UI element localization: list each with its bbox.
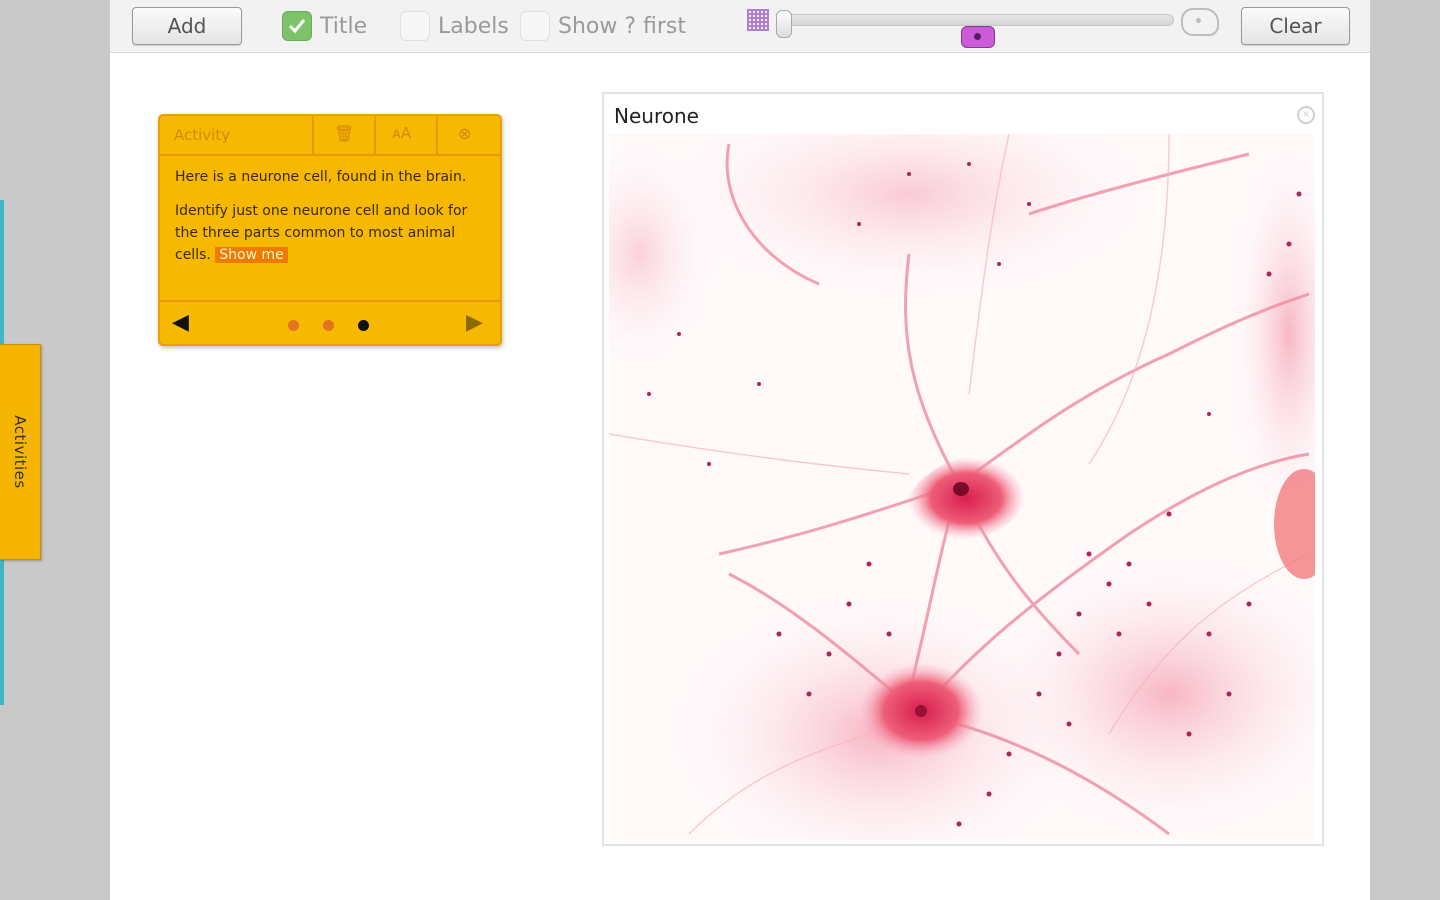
- checkmark-icon: [282, 11, 312, 41]
- zoom-slider-track[interactable]: [782, 14, 1174, 26]
- labels-checkbox[interactable]: Labels: [400, 10, 509, 42]
- text-size-icon[interactable]: ᴀA: [392, 124, 411, 142]
- close-icon[interactable]: ⊗: [458, 124, 471, 143]
- previous-arrow-icon[interactable]: ◀: [172, 310, 189, 335]
- single-cell-icon: [1181, 8, 1219, 36]
- cell-grid-icon: [747, 9, 769, 31]
- activities-tab-label: Activities: [11, 415, 29, 489]
- header-divider: [436, 116, 438, 154]
- activity-text-1: Here is a neurone cell, found in the bra…: [175, 169, 467, 185]
- clear-button[interactable]: Clear: [1241, 7, 1350, 45]
- activity-card-header: Activity 🗑 ᴀA ⊗: [160, 116, 500, 156]
- show-me-link[interactable]: Show me: [215, 247, 288, 263]
- cell-marker-icon[interactable]: [961, 26, 995, 48]
- title-checkbox-label: Title: [320, 13, 368, 39]
- activity-card-footer: ◀ ▶: [160, 300, 500, 346]
- trash-icon[interactable]: 🗑: [334, 124, 354, 143]
- labels-checkbox-label: Labels: [438, 13, 509, 39]
- image-panel-title: Neurone: [614, 104, 699, 128]
- next-arrow-icon[interactable]: ▶: [466, 310, 483, 335]
- checkbox-box: [520, 11, 550, 41]
- close-icon[interactable]: ×: [1297, 106, 1315, 124]
- toolbar: Add Title Labels Show ? first Clear: [110, 0, 1370, 53]
- page-dot-active[interactable]: [358, 320, 369, 331]
- header-divider: [312, 116, 314, 154]
- zoom-slider-handle[interactable]: [776, 10, 792, 38]
- show-first-checkbox-label: Show ? first: [558, 13, 687, 39]
- activity-card-title: Activity: [174, 126, 231, 144]
- neurone-micrograph[interactable]: [609, 134, 1315, 840]
- page-dot[interactable]: [288, 320, 299, 331]
- show-first-checkbox[interactable]: Show ? first: [520, 10, 686, 42]
- workspace: Add Title Labels Show ? first Clear Acti…: [110, 0, 1370, 900]
- header-divider: [374, 116, 376, 154]
- title-checkbox[interactable]: Title: [282, 10, 367, 42]
- activity-card-body: Here is a neurone cell, found in the bra…: [175, 166, 487, 266]
- image-panel: Neurone ×: [602, 92, 1324, 846]
- activities-tab[interactable]: Activities: [0, 344, 41, 560]
- add-button[interactable]: Add: [132, 7, 242, 45]
- activity-card: Activity 🗑 ᴀA ⊗ Here is a neurone cell, …: [158, 114, 502, 346]
- checkbox-box: [400, 11, 430, 41]
- page-dot[interactable]: [323, 320, 334, 331]
